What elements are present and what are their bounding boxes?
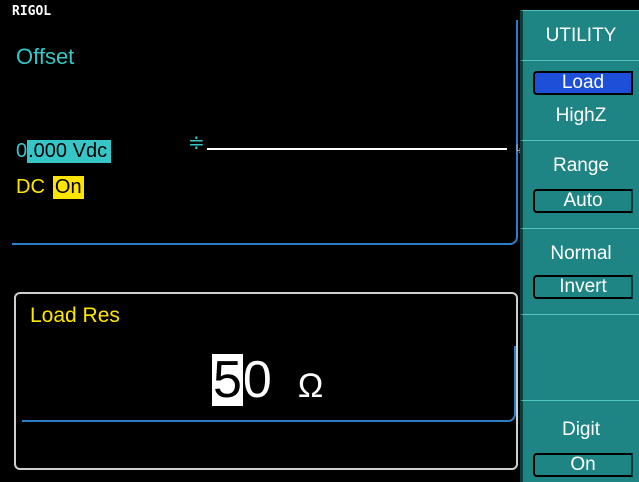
value-digits: 0 bbox=[242, 351, 272, 409]
range-value: Auto bbox=[533, 189, 633, 213]
range-label: Range bbox=[553, 155, 609, 176]
input-panel: Load Res 50Ω bbox=[14, 292, 518, 470]
load-resistance-value[interactable]: 50Ω bbox=[212, 354, 323, 412]
brand-logo: RIGOL bbox=[12, 4, 52, 19]
polarity-value: Invert bbox=[533, 275, 633, 299]
menu-title: UTILITY bbox=[520, 10, 639, 60]
channel-panel: Offset 0.000 Vdc DC On ≑ ↳ bbox=[12, 20, 524, 245]
input-underline bbox=[22, 346, 516, 422]
dc-label: DC bbox=[16, 176, 45, 198]
softkey-empty[interactable] bbox=[520, 314, 639, 400]
edit-cursor-digit: 5 bbox=[212, 351, 243, 409]
load-selected-option: Load bbox=[533, 71, 633, 95]
dc-waveform-trace bbox=[207, 148, 507, 150]
softkey-load[interactable]: Load HighZ bbox=[520, 60, 639, 140]
softkey-polarity[interactable]: Normal Invert bbox=[520, 228, 639, 314]
dc-state-badge: On bbox=[52, 176, 84, 199]
offset-value-highlight: .000 Vdc bbox=[27, 139, 112, 163]
load-alt-option: HighZ bbox=[555, 105, 607, 126]
menu-title-label: UTILITY bbox=[545, 25, 617, 46]
softkey-digit[interactable]: Digit On bbox=[520, 400, 639, 482]
input-label: Load Res bbox=[30, 304, 120, 327]
input-border-accent bbox=[514, 346, 516, 414]
polarity-label: Normal bbox=[550, 243, 612, 264]
offset-marker-icon: ≑ bbox=[188, 132, 205, 154]
offset-value-lead: 0 bbox=[16, 139, 28, 162]
parameter-name: Offset bbox=[16, 44, 75, 69]
softkey-menu: UTILITY Load HighZ Range Auto Normal Inv… bbox=[520, 10, 639, 482]
digit-value: On bbox=[533, 453, 633, 477]
ohm-unit: Ω bbox=[297, 367, 324, 405]
panel-border-accent bbox=[516, 40, 518, 46]
digit-label: Digit bbox=[561, 419, 600, 440]
softkey-range[interactable]: Range Auto bbox=[520, 140, 639, 228]
offset-value: 0.000 Vdc bbox=[16, 138, 112, 164]
dc-status: DC On bbox=[16, 176, 84, 199]
